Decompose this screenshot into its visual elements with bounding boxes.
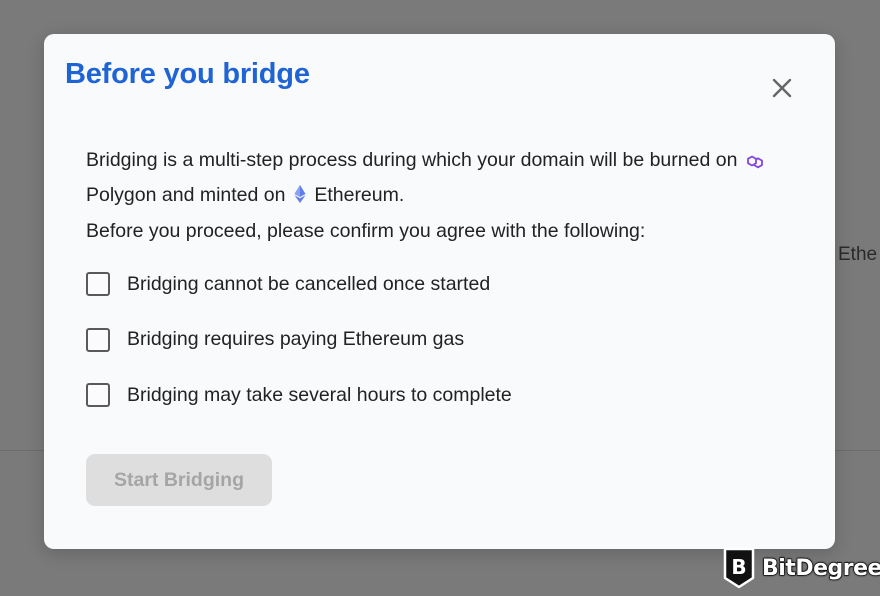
confirm-prompt: Before you proceed, please confirm you a… bbox=[86, 220, 646, 242]
checkbox-label: Bridging cannot be cancelled once starte… bbox=[127, 272, 491, 295]
intro-end: . bbox=[398, 184, 405, 206]
background-text: Ethe bbox=[838, 244, 878, 265]
close-icon bbox=[772, 78, 792, 98]
agreement-checkbox-row[interactable]: Bridging requires paying Ethereum gas bbox=[86, 326, 512, 354]
source-chain-name: Polygon bbox=[86, 184, 157, 206]
ethereum-icon bbox=[293, 182, 307, 214]
agreement-checkbox-row[interactable]: Bridging cannot be cancelled once starte… bbox=[86, 270, 512, 298]
bridge-modal: Before you bridge Bridging is a multi-st… bbox=[44, 34, 835, 549]
intro-text-2: and minted on bbox=[161, 184, 286, 206]
agreement-checklist: Bridging cannot be cancelled once starte… bbox=[86, 270, 512, 437]
logo-letter: B bbox=[731, 555, 746, 579]
target-chain-name: Ethereum bbox=[314, 184, 399, 206]
checkbox-label: Bridging requires paying Ethereum gas bbox=[127, 328, 465, 350]
brand-name: BitDegree bbox=[761, 555, 880, 581]
intro-text-1: Bridging is a multi-step process during … bbox=[86, 149, 738, 171]
bitdegree-watermark: B BitDegree bbox=[722, 546, 880, 590]
close-button[interactable] bbox=[768, 74, 796, 102]
bitdegree-logo-icon: B bbox=[723, 547, 755, 589]
checkbox-label: Bridging may take several hours to compl… bbox=[127, 383, 512, 406]
checkbox-several-hours[interactable] bbox=[86, 383, 110, 407]
agreement-checkbox-row[interactable]: Bridging may take several hours to compl… bbox=[86, 381, 512, 409]
polygon-icon bbox=[745, 147, 765, 179]
intro-paragraph: Bridging is a multi-step process during … bbox=[86, 144, 786, 214]
checkbox-cannot-cancel[interactable] bbox=[86, 272, 110, 296]
checkbox-eth-gas[interactable] bbox=[86, 327, 110, 352]
modal-title: Before you bridge bbox=[65, 58, 310, 90]
start-bridging-button[interactable]: Start Bridging bbox=[86, 454, 272, 506]
